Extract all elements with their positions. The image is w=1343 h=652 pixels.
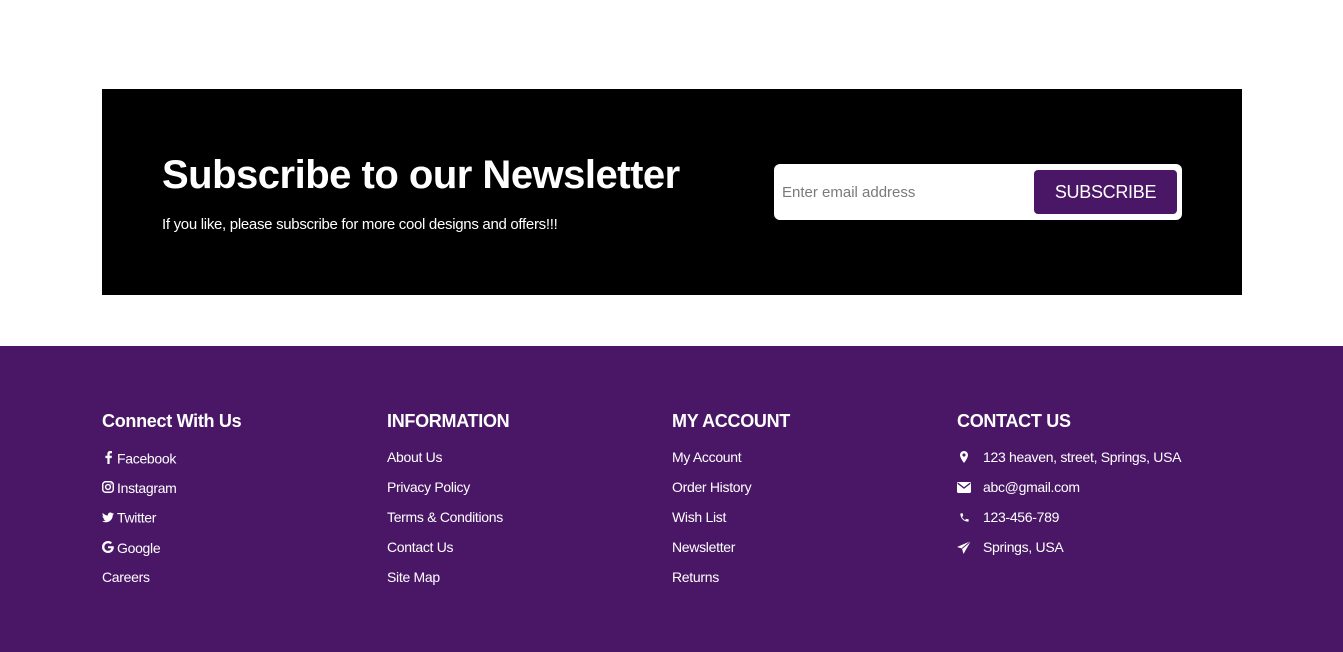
- twitter-icon: [102, 510, 114, 524]
- contact-address: 123 heaven, street, Springs, USA: [957, 450, 1257, 480]
- information-list: About Us Privacy Policy Terms & Conditio…: [387, 450, 657, 600]
- footer-column-contact: CONTACT US 123 heaven, street, Springs, …: [957, 410, 1257, 570]
- google-label: Google: [117, 540, 161, 556]
- list-item: Instagram: [102, 480, 372, 510]
- contact-location-text: Springs, USA: [983, 539, 1064, 555]
- list-item: Newsletter: [672, 540, 942, 570]
- contact-list: 123 heaven, street, Springs, USA abc@gma…: [957, 450, 1257, 570]
- list-item: Google: [102, 540, 372, 570]
- list-item: Privacy Policy: [387, 480, 657, 510]
- contact-email: abc@gmail.com: [957, 480, 1257, 510]
- map-marker-icon: [957, 450, 971, 464]
- instagram-label: Instagram: [117, 480, 177, 496]
- account-list: My Account Order History Wish List Newsl…: [672, 450, 942, 600]
- phone-icon: [957, 510, 971, 524]
- list-item: Order History: [672, 480, 942, 510]
- list-item: Contact Us: [387, 540, 657, 570]
- paper-plane-icon: [957, 540, 971, 554]
- google-link[interactable]: Google: [102, 540, 161, 556]
- list-item: Wish List: [672, 510, 942, 540]
- google-icon: [102, 540, 114, 554]
- twitter-link[interactable]: Twitter: [102, 510, 156, 525]
- contact-phone-text: 123-456-789: [983, 509, 1060, 525]
- about-us-link[interactable]: About Us: [387, 450, 442, 464]
- instagram-link[interactable]: Instagram: [102, 480, 177, 495]
- contact-address-text: 123 heaven, street, Springs, USA: [983, 449, 1182, 465]
- footer: Connect With Us Facebook Instagram Twitt…: [0, 346, 1343, 652]
- list-item: Terms & Conditions: [387, 510, 657, 540]
- information-title: INFORMATION: [387, 411, 510, 431]
- returns-link[interactable]: Returns: [672, 570, 719, 584]
- contact-email-link[interactable]: abc@gmail.com: [983, 480, 1080, 494]
- newsletter-form: SUBSCRIBE: [774, 164, 1182, 220]
- newsletter-section: Subscribe to our Newsletter If you like,…: [102, 89, 1242, 295]
- privacy-policy-link[interactable]: Privacy Policy: [387, 480, 470, 494]
- facebook-icon: [102, 450, 114, 464]
- my-account-link[interactable]: My Account: [672, 450, 742, 464]
- footer-column-connect: Connect With Us Facebook Instagram Twitt…: [102, 410, 372, 600]
- connect-title: Connect With Us: [102, 411, 242, 431]
- footer-column-account: MY ACCOUNT My Account Order History Wish…: [672, 410, 942, 600]
- terms-conditions-link[interactable]: Terms & Conditions: [387, 510, 503, 524]
- subscribe-button[interactable]: SUBSCRIBE: [1034, 170, 1177, 214]
- list-item: Returns: [672, 570, 942, 600]
- instagram-icon: [102, 480, 114, 494]
- site-map-link[interactable]: Site Map: [387, 570, 440, 584]
- contact-location: Springs, USA: [957, 540, 1257, 570]
- order-history-link[interactable]: Order History: [672, 480, 752, 494]
- list-item: My Account: [672, 450, 942, 480]
- facebook-link[interactable]: Facebook: [102, 450, 176, 466]
- newsletter-link[interactable]: Newsletter: [672, 540, 735, 554]
- careers-link[interactable]: Careers: [102, 570, 150, 584]
- contact-us-link[interactable]: Contact Us: [387, 540, 454, 554]
- list-item: Careers: [102, 570, 372, 600]
- contact-phone: 123-456-789: [957, 510, 1257, 540]
- list-item: About Us: [387, 450, 657, 480]
- twitter-label: Twitter: [117, 509, 157, 526]
- list-item: Site Map: [387, 570, 657, 600]
- facebook-label: Facebook: [117, 450, 177, 467]
- footer-column-information: INFORMATION About Us Privacy Policy Term…: [387, 410, 657, 600]
- envelope-icon: [957, 480, 971, 494]
- connect-list: Facebook Instagram Twitter Google Career…: [102, 450, 372, 600]
- email-input[interactable]: [782, 170, 1022, 214]
- newsletter-subtitle: If you like, please subscribe for more c…: [162, 216, 558, 233]
- account-title: MY ACCOUNT: [672, 411, 790, 431]
- newsletter-title: Subscribe to our Newsletter: [162, 153, 680, 197]
- contact-title: CONTACT US: [957, 411, 1071, 431]
- list-item: Facebook: [102, 450, 372, 480]
- list-item: Twitter: [102, 510, 372, 540]
- wish-list-link[interactable]: Wish List: [672, 510, 726, 524]
- page: Subscribe to our Newsletter If you like,…: [0, 0, 1343, 652]
